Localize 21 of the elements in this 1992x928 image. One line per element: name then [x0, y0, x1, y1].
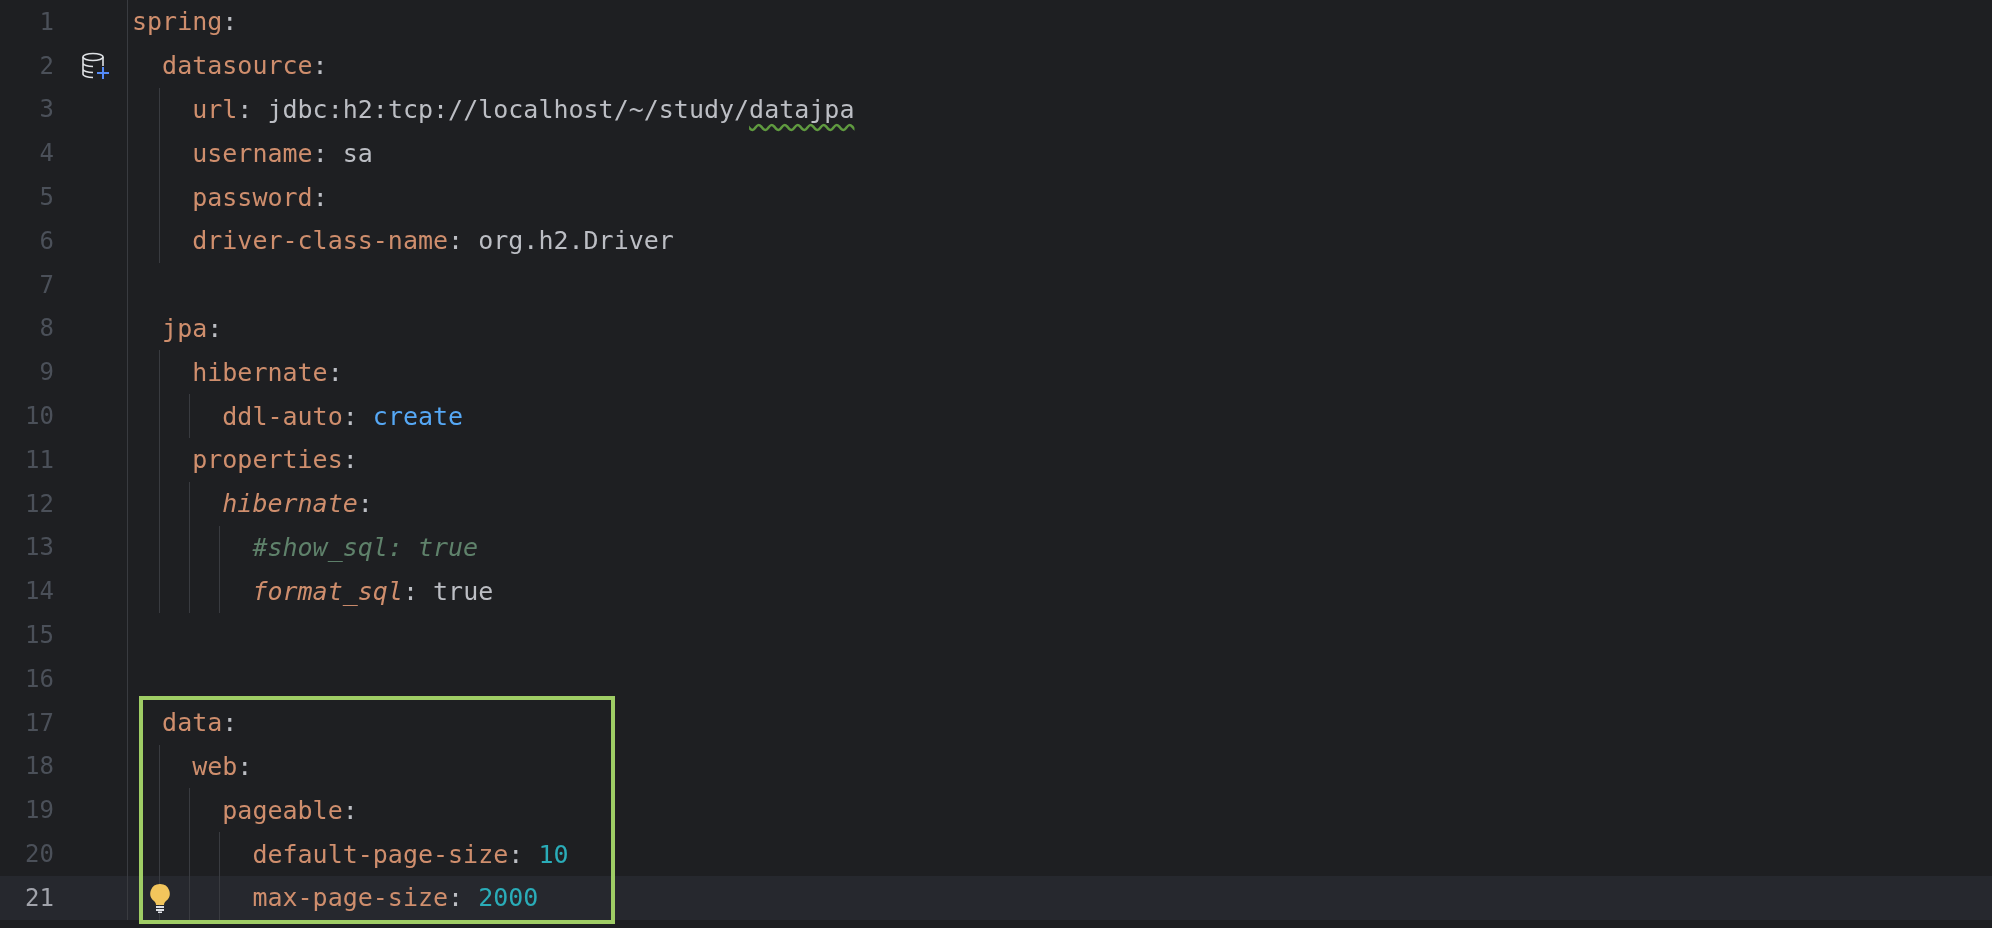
code-line: format_sql: true: [252, 576, 494, 606]
code-line: properties:: [192, 445, 358, 475]
code-line: max-page-size: 2000: [252, 883, 539, 913]
code-line: web:: [192, 751, 253, 781]
line-number: 21: [24, 883, 54, 912]
database-add-icon[interactable]: [80, 50, 110, 81]
code-line: username: sa: [192, 138, 373, 168]
code-line: spring:: [132, 7, 238, 37]
code-line: pageable:: [222, 795, 358, 825]
code-comment: #show_sql: true: [252, 532, 479, 562]
code-line: driver-class-name: org.h2.Driver: [192, 226, 674, 256]
code-line: url: jdbc:h2:tcp://localhost/~/study/datajpa: [192, 95, 855, 124]
code-line: hibernate:: [192, 357, 343, 387]
code-line: datasource:: [162, 51, 328, 81]
code-line: hibernate:: [222, 489, 373, 519]
code-line: ddl-auto: create: [222, 401, 464, 431]
code-line: jpa:: [162, 313, 223, 343]
code-line: default-page-size: 10: [252, 839, 569, 869]
code-line: data:: [162, 708, 238, 738]
lightbulb-icon[interactable]: [149, 882, 172, 913]
code-line: password:: [192, 182, 328, 212]
